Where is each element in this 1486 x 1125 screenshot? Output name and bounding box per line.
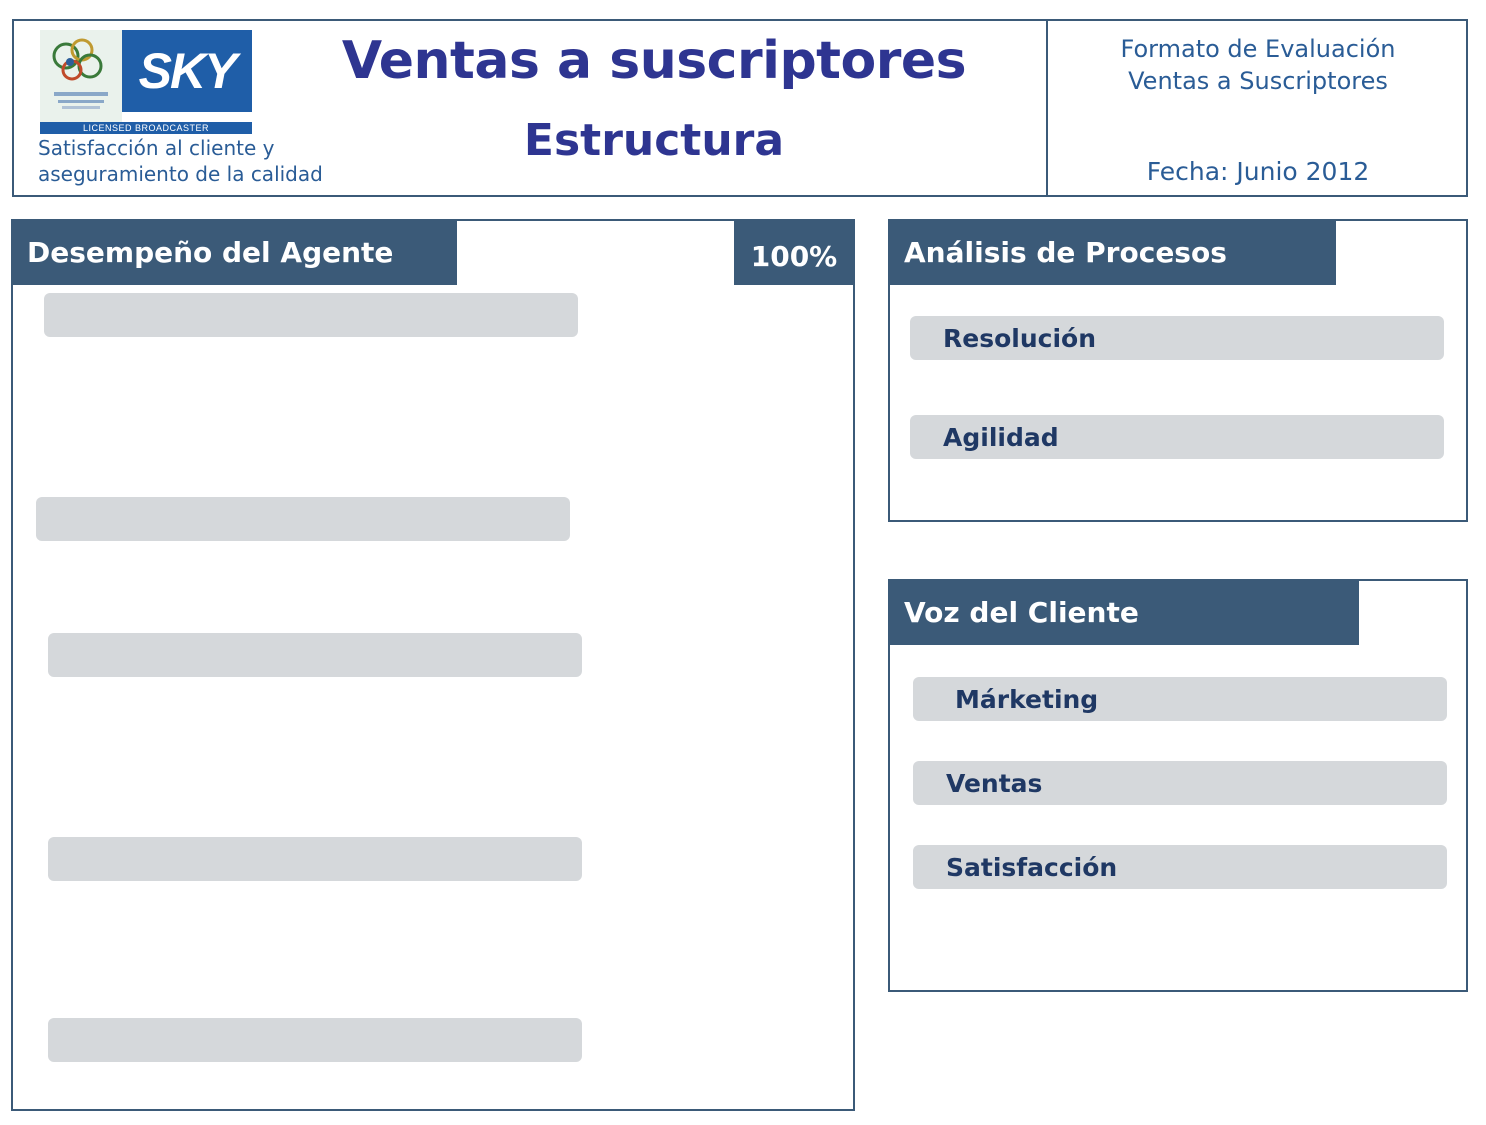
licensed-broadcaster-band: LICENSED BROADCASTER [40, 122, 252, 134]
format-info: Formato de Evaluación Ventas a Suscripto… [1048, 21, 1468, 195]
voice-item-satisfaccion: Satisfacción [913, 845, 1447, 889]
world-cup-emblem-icon [40, 30, 122, 122]
process-analysis-panel: Análisis de Procesos Resolución Agilidad [888, 219, 1468, 522]
process-item-resolucion: Resolución [910, 316, 1444, 360]
department-subtitle: Satisfacción al cliente y aseguramiento … [38, 135, 323, 187]
voice-item-marketing: Márketing [913, 677, 1447, 721]
format-title-line: Ventas a Suscriptores [1128, 67, 1388, 95]
agent-item-bar [44, 293, 578, 337]
department-subtitle-line: Satisfacción al cliente y [38, 136, 275, 160]
agent-item-bar [48, 1018, 582, 1062]
customer-voice-panel: Voz del Cliente Márketing Ventas Satisfa… [888, 579, 1468, 992]
process-panel-title: Análisis de Procesos [890, 221, 1336, 285]
voice-panel-title: Voz del Cliente [890, 581, 1359, 645]
sky-brand-mark: SKY [122, 30, 252, 112]
agent-item-bar [36, 497, 570, 541]
agent-performance-panel: Desempeño del Agente 100% [11, 219, 855, 1111]
date-label: Fecha: Junio 2012 [1146, 157, 1370, 186]
department-subtitle-line: aseguramiento de la calidad [38, 162, 323, 186]
agent-panel-title: Desempeño del Agente [13, 221, 457, 285]
evaluation-structure-page: SKY LICENSED BROADCASTER Satisfacción al… [0, 0, 1486, 1125]
page-subtitle: Estructura [523, 115, 785, 166]
voice-item-ventas: Ventas [913, 761, 1447, 805]
header: SKY LICENSED BROADCASTER Satisfacción al… [12, 19, 1468, 197]
agent-item-bar [48, 837, 582, 881]
sky-logo: SKY LICENSED BROADCASTER [40, 30, 254, 134]
percentage-badge: 100% [734, 221, 854, 285]
page-title: Ventas a suscriptores [341, 31, 967, 91]
process-item-agilidad: Agilidad [910, 415, 1444, 459]
agent-item-bar [48, 633, 582, 677]
format-title-line: Formato de Evaluación [1120, 35, 1396, 63]
